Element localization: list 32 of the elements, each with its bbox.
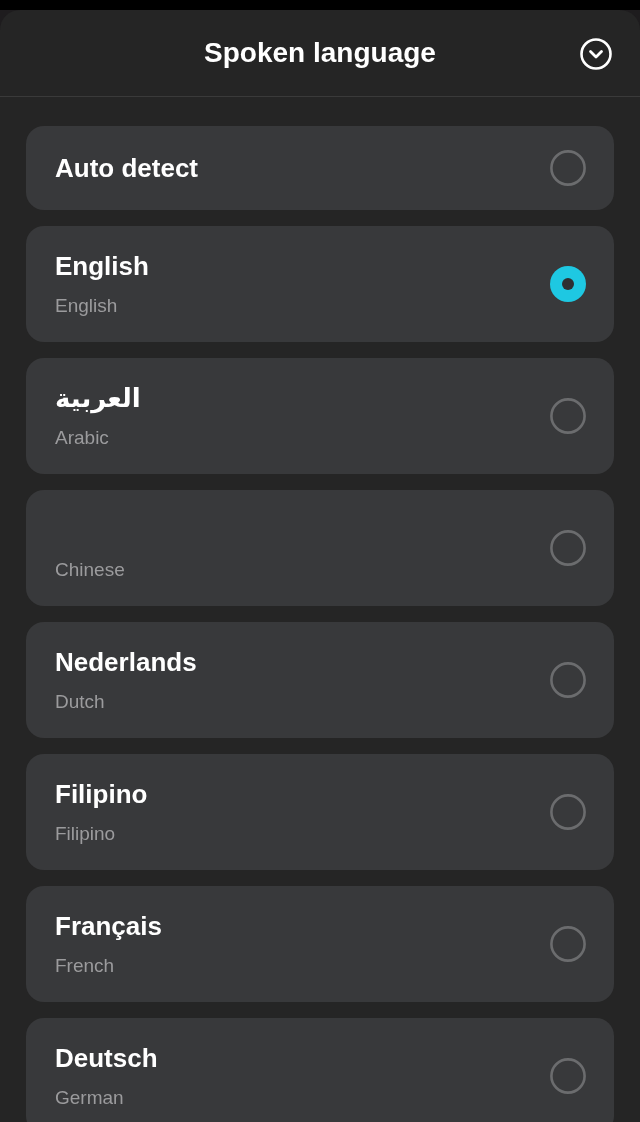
sheet-title: Spoken language: [204, 36, 436, 70]
language-english-name: Chinese: [55, 558, 125, 582]
language-name: العربية: [55, 382, 141, 414]
language-option[interactable]: Deutsch German: [26, 1018, 614, 1122]
language-name: Filipino: [55, 778, 148, 810]
language-option[interactable]: Nederlands Dutch: [26, 622, 614, 738]
radio-selected-icon[interactable]: [550, 266, 586, 302]
language-english-name: English: [55, 294, 118, 318]
language-name: Français: [55, 910, 162, 942]
language-option[interactable]: Chinese: [26, 490, 614, 606]
language-english-name: German: [55, 1086, 124, 1110]
language-english-name: Dutch: [55, 690, 105, 714]
language-name: English: [55, 250, 149, 282]
radio-unselected-icon[interactable]: [550, 530, 586, 566]
radio-unselected-icon[interactable]: [550, 150, 586, 186]
radio-unselected-icon[interactable]: [550, 662, 586, 698]
language-name: Nederlands: [55, 646, 197, 678]
language-name: Auto detect: [55, 152, 198, 184]
language-english-name: Filipino: [55, 822, 116, 846]
language-english-name: Arabic: [55, 426, 109, 450]
radio-unselected-icon[interactable]: [550, 794, 586, 830]
language-english-name: French: [55, 954, 115, 978]
radio-unselected-icon[interactable]: [550, 926, 586, 962]
chevron-down-circle-icon: [580, 38, 612, 70]
language-option[interactable]: English English: [26, 226, 614, 342]
language-option[interactable]: Français French: [26, 886, 614, 1002]
language-option[interactable]: Auto detect: [26, 126, 614, 210]
collapse-button[interactable]: [580, 38, 612, 70]
radio-unselected-icon[interactable]: [550, 1058, 586, 1094]
language-option[interactable]: Filipino Filipino: [26, 754, 614, 870]
radio-unselected-icon[interactable]: [550, 398, 586, 434]
language-name: Deutsch: [55, 1042, 158, 1074]
